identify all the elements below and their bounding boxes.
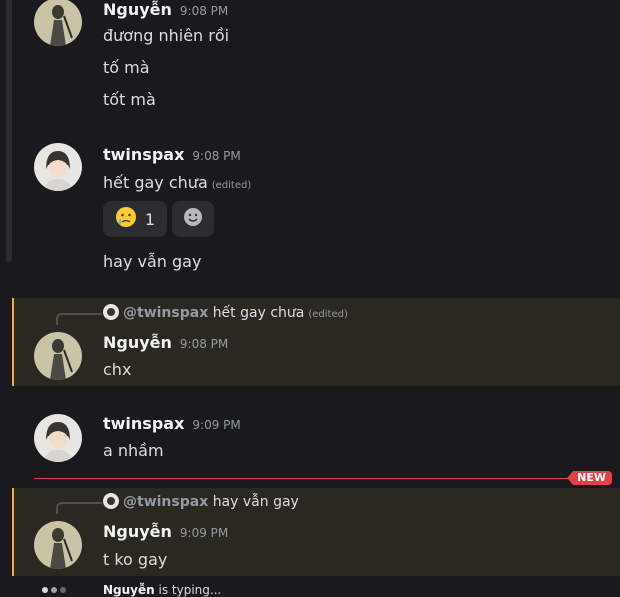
reply-connector [56, 313, 102, 325]
avatar-twinspax[interactable] [34, 414, 82, 462]
message-text: tốt mà [103, 90, 156, 109]
typing-user[interactable]: Nguyễn [103, 583, 155, 597]
message-text: chx [103, 360, 132, 379]
new-badge: NEW [567, 471, 612, 485]
author-name[interactable]: twinspax 9:09 PM [103, 414, 241, 433]
timestamp: 9:08 PM [192, 149, 241, 163]
add-reaction-button[interactable] [172, 201, 214, 237]
timestamp: 9:08 PM [179, 4, 229, 18]
message-text: a nhầm [103, 441, 164, 460]
typing-status: Nguyễn is typing... [103, 583, 221, 597]
author-name[interactable]: Nguyễn 9:09 PM [103, 522, 228, 541]
edited-label: (edited) [211, 180, 252, 191]
reaction-count: 1 [144, 209, 156, 229]
author-name[interactable]: twinspax 9:08 PM [103, 145, 241, 164]
reply-connector [56, 502, 102, 514]
timestamp: 9:09 PM [192, 418, 241, 432]
typing-bar [0, 578, 620, 597]
reply-text: hay vẫn gay [212, 494, 299, 510]
message-text: đương nhiên rồi [103, 26, 230, 45]
edited-label: (edited) [308, 309, 348, 320]
author-name[interactable]: Nguyễn 9:08 PM [103, 0, 228, 19]
typing-indicator-icon [42, 587, 66, 593]
message-text: hết gay chưa (edited) [103, 173, 252, 192]
avatar-nguyen[interactable] [34, 0, 82, 46]
message-text: hay vẫn gay [103, 252, 202, 271]
author-name[interactable]: Nguyễn 9:08 PM [103, 333, 228, 352]
reply-avatar-icon [103, 493, 119, 509]
message-text: tố mà [103, 58, 150, 77]
scrollbar[interactable] [6, 0, 12, 262]
avatar-nguyen[interactable] [34, 521, 82, 569]
reply-avatar-icon [103, 304, 119, 320]
reaction-button[interactable]: 1 [103, 201, 167, 237]
reply-mention[interactable]: @twinspax [123, 494, 208, 510]
add-reaction-icon [183, 207, 203, 231]
crying-emoji-icon [115, 206, 137, 232]
typing-suffix: is typing... [158, 583, 222, 597]
reply-preview[interactable]: @twinspax hay vẫn gay [103, 493, 299, 510]
reply-text: hết gay chưa [212, 305, 305, 321]
new-messages-divider [34, 478, 570, 479]
reply-mention[interactable]: @twinspax [123, 305, 208, 321]
reply-preview[interactable]: @twinspax hết gay chưa (edited) [103, 304, 348, 321]
message-text: t ko gay [103, 550, 168, 569]
avatar-nguyen[interactable] [34, 332, 82, 380]
timestamp: 9:09 PM [179, 526, 229, 540]
avatar-twinspax[interactable] [34, 143, 82, 191]
timestamp: 9:08 PM [179, 337, 229, 351]
